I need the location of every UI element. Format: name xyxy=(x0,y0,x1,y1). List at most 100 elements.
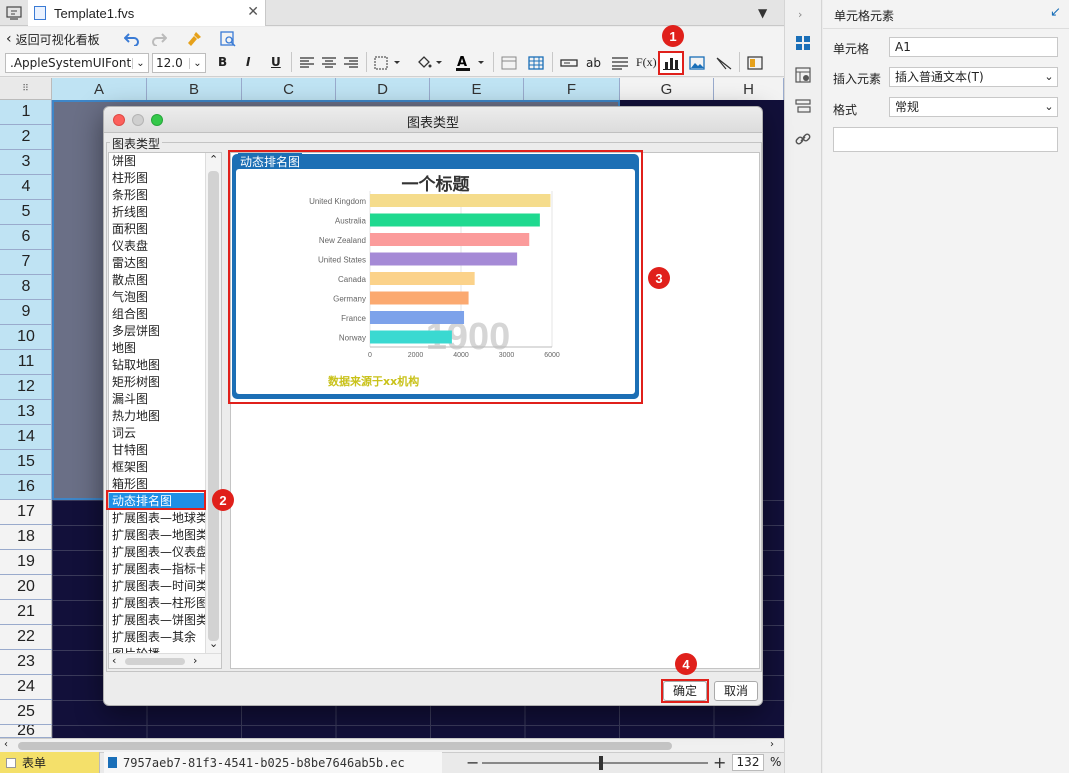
scroll-up-icon[interactable]: ⌃ xyxy=(209,153,218,166)
highlight-chart-thumbnail xyxy=(228,150,643,404)
sheet-tab[interactable]: 表单 xyxy=(0,752,100,773)
highlight-selected-type xyxy=(106,490,206,510)
row-header[interactable]: 7 xyxy=(0,250,52,275)
cancel-button[interactable]: 取消 xyxy=(714,681,758,701)
insert-image-icon[interactable] xyxy=(688,55,706,71)
row-header[interactable]: 20 xyxy=(0,575,52,600)
column-header[interactable]: C xyxy=(242,78,336,100)
row-header[interactable]: 8 xyxy=(0,275,52,300)
scroll-right-icon[interactable]: › xyxy=(770,739,774,750)
zoom-slider-thumb[interactable] xyxy=(599,756,603,770)
layout-icon[interactable] xyxy=(746,55,764,71)
slash-line-icon[interactable] xyxy=(715,55,733,71)
formula-button[interactable]: F(x) xyxy=(636,55,657,70)
zoom-input[interactable]: 132 xyxy=(732,754,764,771)
format-painter-icon[interactable] xyxy=(185,30,203,48)
font-color-icon[interactable]: A xyxy=(453,53,487,73)
row-header[interactable]: 14 xyxy=(0,425,52,450)
zoom-in-button[interactable]: + xyxy=(713,753,726,772)
row-header[interactable]: 23 xyxy=(0,650,52,675)
column-header[interactable]: D xyxy=(336,78,430,100)
paragraph-icon[interactable] xyxy=(611,55,629,71)
widget-settings-icon[interactable] xyxy=(794,97,812,115)
undo-icon[interactable] xyxy=(123,30,141,48)
zoom-out-button[interactable]: − xyxy=(466,753,479,772)
row-header[interactable]: 6 xyxy=(0,225,52,250)
row-header[interactable]: 4 xyxy=(0,175,52,200)
fill-color-icon[interactable] xyxy=(415,54,445,72)
column-header[interactable]: G xyxy=(620,78,714,100)
collapse-panel-icon[interactable]: › xyxy=(798,8,802,21)
row-header[interactable]: 24 xyxy=(0,675,52,700)
list-vertical-scrollbar[interactable]: ⌃ ⌄ xyxy=(205,153,221,653)
redo-icon[interactable] xyxy=(150,30,168,48)
row-header[interactable]: 18 xyxy=(0,525,52,550)
back-button[interactable]: ‹ 返回可视化看板 xyxy=(6,30,100,48)
font-family-select[interactable]: .AppleSystemUIFont ⌄ xyxy=(5,53,149,73)
row-header[interactable]: 1 xyxy=(0,100,52,125)
insert-element-select[interactable]: 插入普通文本(T) ⌄ xyxy=(889,67,1058,87)
row-header[interactable]: 22 xyxy=(0,625,52,650)
column-header[interactable]: A xyxy=(52,78,147,100)
step-badge-3: 3 xyxy=(648,267,670,289)
scroll-down-icon[interactable]: ⌄ xyxy=(209,637,218,650)
cell-content-textarea[interactable] xyxy=(833,127,1058,152)
merge-cells-icon[interactable] xyxy=(500,55,518,71)
list-horizontal-scrollbar[interactable]: ‹ › xyxy=(109,653,221,668)
row-header[interactable]: 16 xyxy=(0,475,52,500)
file-tab[interactable]: Template1.fvs ✕ xyxy=(28,0,266,26)
scroll-right-icon[interactable]: › xyxy=(193,654,197,667)
row-header[interactable]: 26 xyxy=(0,725,52,738)
text-field-icon[interactable] xyxy=(559,55,579,71)
italic-button[interactable]: I xyxy=(246,55,250,69)
align-center-icon[interactable] xyxy=(321,56,337,70)
list-scroll-thumb[interactable] xyxy=(208,171,219,641)
font-size-select[interactable]: 12.0 ⌄ xyxy=(152,53,206,73)
preview-icon[interactable] xyxy=(219,30,237,48)
row-header[interactable]: 13 xyxy=(0,400,52,425)
horizontal-scrollbar[interactable]: ‹ › xyxy=(0,738,784,752)
column-header[interactable]: F xyxy=(524,78,620,100)
column-header[interactable]: E xyxy=(430,78,524,100)
row-header[interactable]: 11 xyxy=(0,350,52,375)
chevron-down-icon: ⌄ xyxy=(1044,100,1054,113)
expand-arrow-icon[interactable]: ↙ xyxy=(1050,5,1061,20)
cell-element-icon[interactable] xyxy=(794,34,812,52)
tab-menu-icon[interactable]: ▼ xyxy=(758,6,767,20)
border-icon[interactable] xyxy=(373,55,403,71)
scroll-left-icon[interactable]: ‹ xyxy=(112,654,116,667)
row-header[interactable]: 10 xyxy=(0,325,52,350)
app-menu-icon[interactable] xyxy=(5,4,23,22)
cell-attribute-icon[interactable] xyxy=(794,66,812,84)
scroll-left-icon[interactable]: ‹ xyxy=(4,739,8,750)
report-tab[interactable]: 7957aeb7-81f3-4541-b025-b8be7646ab5b.ec xyxy=(104,752,442,773)
hyperlink-icon[interactable] xyxy=(794,130,812,148)
bold-button[interactable]: B xyxy=(218,55,227,69)
row-header[interactable]: 15 xyxy=(0,450,52,475)
underline-button[interactable]: U xyxy=(271,55,281,69)
list-hscroll-thumb[interactable] xyxy=(125,658,185,665)
scroll-thumb[interactable] xyxy=(18,742,672,750)
abc-button[interactable]: ab xyxy=(586,56,601,70)
row-header[interactable]: 25 xyxy=(0,700,52,725)
row-header[interactable]: 19 xyxy=(0,550,52,575)
select-all-corner[interactable]: ⠿ xyxy=(0,78,52,100)
row-header[interactable]: 9 xyxy=(0,300,52,325)
row-header[interactable]: 17 xyxy=(0,500,52,525)
row-header[interactable]: 3 xyxy=(0,150,52,175)
row-header[interactable]: 12 xyxy=(0,375,52,400)
table-icon[interactable] xyxy=(527,55,545,71)
column-header[interactable]: B xyxy=(147,78,242,100)
column-header[interactable]: H xyxy=(714,78,784,100)
zoom-slider[interactable] xyxy=(482,756,708,770)
close-icon[interactable]: ✕ xyxy=(247,4,259,20)
step-badge-4: 4 xyxy=(675,653,697,675)
row-header[interactable]: 5 xyxy=(0,200,52,225)
align-left-icon[interactable] xyxy=(299,56,315,70)
format-select[interactable]: 常规 ⌄ xyxy=(889,97,1058,117)
row-header[interactable]: 2 xyxy=(0,125,52,150)
row-header[interactable]: 21 xyxy=(0,600,52,625)
align-right-icon[interactable] xyxy=(343,56,359,70)
step-badge-1: 1 xyxy=(662,25,684,47)
cell-input[interactable]: A1 xyxy=(889,37,1058,57)
